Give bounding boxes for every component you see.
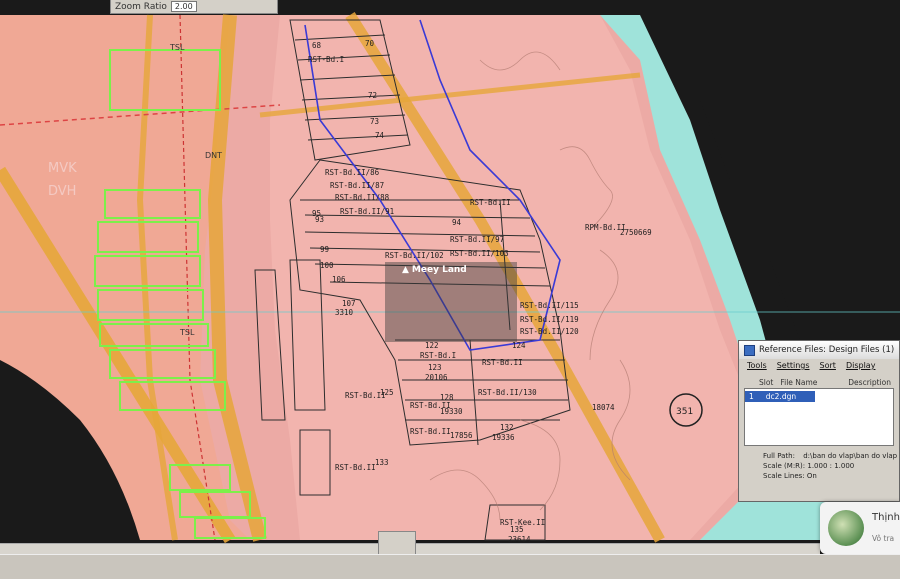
svg-text:RST-Bd.I: RST-Bd.I — [308, 55, 344, 64]
row-slot: 1 — [749, 392, 754, 401]
svg-text:RST-Bd.II: RST-Bd.II — [470, 198, 511, 207]
svg-text:TSL: TSL — [179, 328, 195, 337]
zoom-ratio-value[interactable]: 2.00 — [170, 1, 197, 12]
svg-text:TSL: TSL — [169, 43, 185, 52]
menu-tools[interactable]: Tools — [747, 361, 767, 370]
svg-text:RST-Bd.II/130: RST-Bd.II/130 — [478, 388, 537, 397]
svg-text:68: 68 — [312, 41, 322, 50]
full-path-label: Full Path: — [763, 452, 795, 460]
scale-lines-label: Scale Lines: — [763, 472, 805, 480]
app-icon — [744, 344, 755, 356]
row-file-name: dc2.dgn — [765, 392, 797, 401]
column-file-name[interactable]: File Name — [780, 378, 848, 387]
zone-label-dvh: DVH — [48, 184, 76, 199]
notification-toast[interactable]: Thịnh Vô tra — [820, 502, 900, 554]
svg-text:107: 107 — [342, 299, 356, 308]
reference-menu-bar: Tools Settings Sort Display — [739, 359, 899, 372]
list-item[interactable]: 1 dc2.dgn — [745, 391, 815, 402]
reference-details: Full Path: d:\ban do vlap\ban do vlap Sc… — [739, 446, 899, 481]
svg-text:99: 99 — [320, 245, 329, 254]
svg-text:RST-Bd.II/102: RST-Bd.II/102 — [385, 251, 444, 260]
svg-text:17856: 17856 — [450, 431, 473, 440]
svg-text:20106: 20106 — [425, 373, 448, 382]
zone-label-mvk: MVK — [48, 161, 77, 176]
watermark-logo: ▲ Meey Land — [402, 265, 467, 275]
zoom-ratio-control[interactable]: Zoom Ratio 2.00 — [110, 0, 278, 14]
reference-files-window[interactable]: Reference Files: Design Files (1) Tools … — [738, 340, 900, 502]
svg-text:18074: 18074 — [592, 403, 615, 412]
svg-text:132: 132 — [500, 423, 514, 432]
svg-text:124: 124 — [512, 341, 526, 350]
svg-text:RST-Bd.II: RST-Bd.II — [482, 358, 523, 367]
svg-text:73: 73 — [370, 117, 379, 126]
reference-table-header: Slot File Name Description — [739, 372, 899, 388]
svg-text:RST-Bd.II/97: RST-Bd.II/97 — [450, 235, 504, 244]
avatar — [828, 510, 864, 546]
scale-value: 1.000 : 1.000 — [807, 462, 855, 470]
svg-text:RST-Bd.II/87: RST-Bd.II/87 — [330, 181, 384, 190]
svg-text:122: 122 — [425, 341, 439, 350]
taskbar — [0, 554, 900, 579]
svg-text:70: 70 — [365, 39, 375, 48]
notification-subtitle: Vô tra — [872, 534, 895, 543]
meey-logo-icon: ▲ — [402, 265, 409, 275]
circle-label: 351 — [676, 407, 693, 417]
svg-text:RST-Bd.II/91: RST-Bd.II/91 — [340, 207, 394, 216]
svg-text:95: 95 — [312, 209, 321, 218]
scale-lines-value: On — [806, 472, 817, 480]
svg-text:DNT: DNT — [205, 151, 222, 160]
svg-text:RST-Bd.II: RST-Bd.II — [335, 463, 376, 472]
svg-text:2750669: 2750669 — [620, 228, 652, 237]
scale-label: Scale (M:R): — [763, 462, 806, 470]
column-slot[interactable]: Slot — [759, 378, 780, 387]
svg-text:74: 74 — [375, 131, 385, 140]
svg-text:RST-Bd.II/115: RST-Bd.II/115 — [520, 301, 579, 310]
svg-text:106: 106 — [332, 275, 346, 284]
svg-text:19330: 19330 — [440, 407, 463, 416]
svg-text:125: 125 — [380, 388, 394, 397]
svg-text:133: 133 — [375, 458, 389, 467]
svg-text:135: 135 — [510, 525, 524, 534]
svg-text:100: 100 — [320, 261, 334, 270]
column-description[interactable]: Description — [848, 378, 891, 387]
svg-text:RST-Bd.II/120: RST-Bd.II/120 — [520, 327, 579, 336]
svg-text:19336: 19336 — [492, 433, 515, 442]
svg-text:RST-Bd.II/86: RST-Bd.II/86 — [325, 168, 380, 177]
notification-name: Thịnh — [872, 512, 900, 523]
zoom-ratio-label: Zoom Ratio — [115, 1, 167, 12]
svg-text:RST-Bd.II/103: RST-Bd.II/103 — [450, 249, 509, 258]
svg-text:123: 123 — [428, 363, 442, 372]
svg-text:72: 72 — [368, 91, 377, 100]
reference-window-title: Reference Files: Design Files (1) — [759, 345, 895, 355]
menu-sort[interactable]: Sort — [820, 361, 836, 370]
svg-text:3310: 3310 — [335, 308, 354, 317]
menu-display[interactable]: Display — [846, 361, 876, 370]
svg-text:94: 94 — [452, 218, 462, 227]
menu-settings[interactable]: Settings — [777, 361, 810, 370]
reference-file-list[interactable]: 1 dc2.dgn — [744, 388, 894, 446]
svg-text:RST-Bd.II: RST-Bd.II — [410, 427, 451, 436]
svg-text:RST-Bd.II/119: RST-Bd.II/119 — [520, 315, 579, 324]
svg-text:RST-Bd.II/88: RST-Bd.II/88 — [335, 193, 390, 202]
svg-text:128: 128 — [440, 393, 454, 402]
full-path-value: d:\ban do vlap\ban do vlap — [803, 452, 898, 460]
svg-text:RST-Bd.I: RST-Bd.I — [420, 351, 456, 360]
reference-window-titlebar[interactable]: Reference Files: Design Files (1) — [739, 341, 899, 359]
